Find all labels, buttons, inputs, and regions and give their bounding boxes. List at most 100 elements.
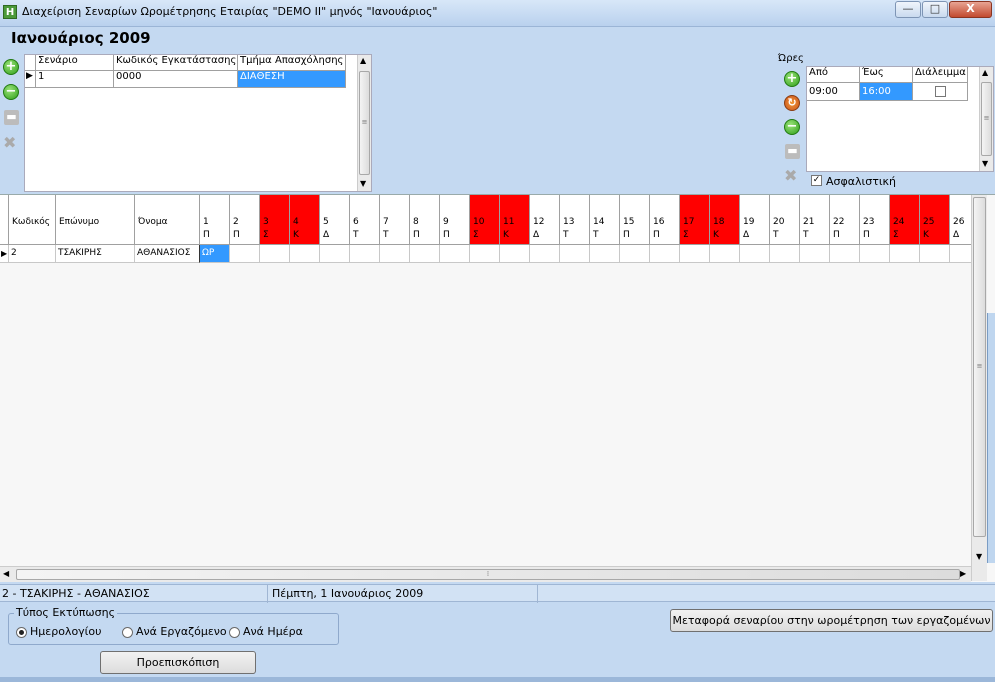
from-cell[interactable]: 09:00 bbox=[807, 83, 860, 101]
scroll-left-icon[interactable]: ◀ bbox=[3, 569, 9, 578]
insured-checkbox[interactable]: ✓ bbox=[811, 175, 822, 186]
employee-day19-cell[interactable] bbox=[740, 245, 770, 263]
delete-hours-cross-icon[interactable]: ✖ bbox=[784, 167, 801, 184]
maximize-button[interactable]: □ bbox=[922, 1, 948, 18]
day-header-18[interactable]: 18 Κ bbox=[710, 195, 740, 245]
day-header-10[interactable]: 10 Σ bbox=[470, 195, 500, 245]
scroll-down-arrow-icon[interactable]: ▼ bbox=[360, 179, 366, 188]
employee-day21-cell[interactable] bbox=[800, 245, 830, 263]
day-header-15[interactable]: 15 Π bbox=[620, 195, 650, 245]
employee-day22-cell[interactable] bbox=[830, 245, 860, 263]
scenario-grid[interactable]: Σενάριο Κωδικός Εγκατάστασης Τμήμα Απασχ… bbox=[24, 54, 372, 192]
employee-day24-cell[interactable] bbox=[890, 245, 920, 263]
employee-code-cell[interactable]: 2 bbox=[9, 245, 56, 263]
employee-day3-cell[interactable] bbox=[260, 245, 290, 263]
employee-day25-cell[interactable] bbox=[920, 245, 950, 263]
scenario-scrollbar[interactable]: ▲ ≡ ▼ bbox=[357, 55, 371, 191]
install-code-cell[interactable]: 0000 bbox=[114, 71, 238, 88]
employee-day10-cell[interactable] bbox=[470, 245, 500, 263]
radio-calendar[interactable]: Ημερολογίου bbox=[16, 625, 102, 638]
remove-scenario-icon[interactable]: − bbox=[3, 84, 19, 100]
day-header-21[interactable]: 21 Τ bbox=[800, 195, 830, 245]
employee-name-cell[interactable]: ΑΘΑΝΑΣΙΟΣ bbox=[135, 245, 200, 263]
preview-button[interactable]: Προεπισκόπιση bbox=[100, 651, 256, 674]
employee-day2-cell[interactable] bbox=[230, 245, 260, 263]
side-splitter[interactable] bbox=[987, 313, 995, 563]
day-header-8[interactable]: 8Π bbox=[410, 195, 440, 245]
employee-day20-cell[interactable] bbox=[770, 245, 800, 263]
radio-per-day[interactable]: Ανά Ημέρα bbox=[229, 625, 303, 638]
day-header-24[interactable]: 24 Σ bbox=[890, 195, 920, 245]
day-header-3[interactable]: 3Σ bbox=[260, 195, 290, 245]
header-surname[interactable]: Επώνυμο bbox=[56, 195, 135, 245]
break-checkbox[interactable] bbox=[935, 86, 946, 97]
header-department[interactable]: Τμήμα Απασχόλησης bbox=[238, 55, 346, 71]
title-bar[interactable]: H Διαχείριση Σεναρίων Ωρομέτρησης Εταιρί… bbox=[0, 0, 995, 27]
employee-day13-cell[interactable] bbox=[560, 245, 590, 263]
day-header-22[interactable]: 22 Π bbox=[830, 195, 860, 245]
day-header-12[interactable]: 12 Δ bbox=[530, 195, 560, 245]
scroll-right-icon[interactable]: ▶ bbox=[960, 569, 966, 578]
day-header-6[interactable]: 6Τ bbox=[350, 195, 380, 245]
employee-day7-cell[interactable] bbox=[380, 245, 410, 263]
day-header-11[interactable]: 11 Κ bbox=[500, 195, 530, 245]
employee-day18-cell[interactable] bbox=[710, 245, 740, 263]
add-scenario-icon[interactable]: + bbox=[3, 59, 19, 75]
transfer-scenario-button[interactable]: Μεταφορά σεναρίου στην ωρομέτρηση των ερ… bbox=[670, 609, 993, 632]
day-header-7[interactable]: 7Τ bbox=[380, 195, 410, 245]
add-hours-icon[interactable]: + bbox=[784, 71, 800, 87]
day-header-14[interactable]: 14 Τ bbox=[590, 195, 620, 245]
grid-scroll-down-icon[interactable]: ▼ bbox=[976, 552, 982, 561]
grid-horizontal-scrollbar[interactable]: ◀ ⁞ ▶ bbox=[0, 566, 971, 582]
header-scenario[interactable]: Σενάριο bbox=[36, 55, 114, 71]
day-header-4[interactable]: 4Κ bbox=[290, 195, 320, 245]
radio-day-icon[interactable] bbox=[229, 626, 240, 638]
day-header-5[interactable]: 5Δ bbox=[320, 195, 350, 245]
radio-calendar-icon[interactable] bbox=[16, 626, 27, 638]
close-button[interactable]: X bbox=[949, 1, 992, 18]
day-header-9[interactable]: 9Π bbox=[440, 195, 470, 245]
header-break[interactable]: Διάλειμμα bbox=[913, 67, 968, 83]
grid-vertical-scrollbar[interactable]: ≡ ▼ bbox=[971, 195, 987, 581]
day-header-25[interactable]: 25 Κ bbox=[920, 195, 950, 245]
break-cell[interactable] bbox=[913, 83, 968, 101]
employee-day17-cell[interactable] bbox=[680, 245, 710, 263]
header-name[interactable]: Όνομα bbox=[135, 195, 200, 245]
employee-day9-cell[interactable] bbox=[440, 245, 470, 263]
employee-day12-cell[interactable] bbox=[530, 245, 560, 263]
employee-day14-cell[interactable] bbox=[590, 245, 620, 263]
department-cell[interactable]: ΔΙΑΘΕΣΗ bbox=[238, 71, 346, 88]
hours-scroll-up-icon[interactable]: ▲ bbox=[982, 68, 988, 77]
refresh-icon[interactable]: ↻ bbox=[784, 95, 800, 111]
save-disk-icon[interactable]: ▬ bbox=[4, 110, 19, 125]
delete-cross-icon[interactable]: ✖ bbox=[3, 134, 20, 151]
day-header-19[interactable]: 19 Δ bbox=[740, 195, 770, 245]
to-cell[interactable]: 16:00 bbox=[860, 83, 913, 101]
radio-employee-icon[interactable] bbox=[122, 626, 133, 638]
employee-day16-cell[interactable] bbox=[650, 245, 680, 263]
employee-day11-cell[interactable] bbox=[500, 245, 530, 263]
header-from[interactable]: Από bbox=[807, 67, 860, 83]
employee-surname-cell[interactable]: ΤΣΑΚΙΡΗΣ bbox=[56, 245, 135, 263]
scenario-cell[interactable]: 1 bbox=[36, 71, 114, 88]
scroll-up-arrow-icon[interactable]: ▲ bbox=[360, 56, 366, 65]
header-code[interactable]: Κωδικός bbox=[9, 195, 56, 245]
header-to[interactable]: Έως bbox=[860, 67, 913, 83]
employee-day4-cell[interactable] bbox=[290, 245, 320, 263]
employee-day-grid[interactable]: Κωδικός Επώνυμο Όνομα 1Π2Π3Σ4Κ5Δ6Τ7Τ8Π9Π… bbox=[0, 194, 995, 582]
day-header-20[interactable]: 20 Τ bbox=[770, 195, 800, 245]
employee-day5-cell[interactable] bbox=[320, 245, 350, 263]
remove-hours-icon[interactable]: − bbox=[784, 119, 800, 135]
radio-per-employee[interactable]: Ανά Εργαζόμενο bbox=[122, 625, 227, 638]
day-header-2[interactable]: 2Π bbox=[230, 195, 260, 245]
hours-scrollbar[interactable]: ▲ ≡ ▼ bbox=[979, 67, 993, 171]
day-header-13[interactable]: 13 Τ bbox=[560, 195, 590, 245]
header-install-code[interactable]: Κωδικός Εγκατάστασης bbox=[114, 55, 238, 71]
employee-day1-cell[interactable]: ΩΡ bbox=[200, 245, 230, 263]
minimize-button[interactable]: — bbox=[895, 1, 921, 18]
employee-day15-cell[interactable] bbox=[620, 245, 650, 263]
hours-grid[interactable]: Από Έως Διάλειμμα 09:00 16:00 ▲ ≡ ▼ bbox=[806, 66, 994, 172]
day-header-17[interactable]: 17 Σ bbox=[680, 195, 710, 245]
employee-day6-cell[interactable] bbox=[350, 245, 380, 263]
employee-day23-cell[interactable] bbox=[860, 245, 890, 263]
